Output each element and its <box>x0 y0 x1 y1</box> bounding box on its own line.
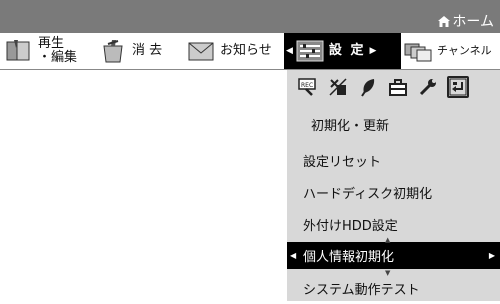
svg-text:REC: REC <box>301 82 313 89</box>
channel-screens-icon <box>404 43 432 62</box>
home-button[interactable]: ホーム <box>438 11 494 31</box>
submenu-item-settings-reset[interactable]: 設定リセット <box>287 144 500 176</box>
top-bar: ホーム <box>0 0 500 33</box>
envelope-icon <box>188 42 214 61</box>
leaf-icon[interactable] <box>357 76 379 98</box>
tv-menu-screen: ホーム 再生 ・編集 消 去 お知らせ ◀ 設 定 ▶ チャンネル REC 初期… <box>0 0 500 301</box>
submenu-item-external-hdd[interactable]: 外付けHDD設定 <box>287 208 500 240</box>
rec-icon[interactable]: REC <box>297 76 319 98</box>
trash-icon <box>103 40 123 63</box>
submenu-item-personal-info-init[interactable]: ▲ ◀ 個人情報初期化 ▶ ▼ <box>287 236 500 277</box>
left-arrow-icon: ◀ <box>290 251 297 260</box>
submenu-items: 設定リセット ハードディスク初期化 外付けHDD設定 ▲ ◀ 個人情報初期化 ▶… <box>287 144 500 304</box>
menu-item-settings[interactable]: ◀ 設 定 ▶ <box>284 33 401 69</box>
menu-edit-label-1: 再生 <box>38 36 65 51</box>
menu-item-delete[interactable]: 消 去 <box>98 33 162 69</box>
menu-delete-label: 消 去 <box>132 43 163 58</box>
book-edit-icon <box>6 40 30 61</box>
menu-item-notifications[interactable]: お知らせ <box>186 33 272 69</box>
menu-item-channel[interactable]: チャンネル <box>403 33 492 69</box>
submenu-item-label: システム動作テスト <box>303 282 420 298</box>
content-area <box>0 70 287 301</box>
menu-settings-label: 設 定 <box>328 43 366 58</box>
submenu-item-system-test[interactable]: システム動作テスト <box>287 272 500 304</box>
submenu-item-label: ハードディスク初期化 <box>303 186 433 202</box>
menu-info-label: お知らせ <box>220 43 272 58</box>
home-label: ホーム <box>452 14 494 30</box>
scroll-up-icon: ▲ <box>385 236 391 244</box>
right-arrow-icon: ▶ <box>369 46 377 56</box>
left-arrow-icon: ◀ <box>286 46 293 56</box>
submenu-icon-row: REC <box>297 76 469 98</box>
submenu-item-label: 設定リセット <box>303 154 382 170</box>
settings-submenu-panel: REC 初期化・更新 設定リセット ハードディスク初期化 外付けHDD設定 ▲ … <box>287 70 500 301</box>
antenna-icon[interactable] <box>327 76 349 98</box>
settings-panel-icon <box>296 40 324 62</box>
home-icon <box>438 15 451 27</box>
return-icon[interactable] <box>447 76 469 98</box>
toolbox-icon[interactable] <box>387 76 409 98</box>
menu-channel-label: チャンネル <box>437 44 492 57</box>
section-title: 初期化・更新 <box>311 119 390 134</box>
main-menu-bar: 再生 ・編集 消 去 お知らせ ◀ 設 定 ▶ チャンネル <box>0 33 500 70</box>
menu-item-playback-edit[interactable]: 再生 ・編集 <box>4 33 77 69</box>
right-arrow-icon: ▶ <box>488 251 495 260</box>
submenu-item-label: 個人情報初期化 <box>303 250 395 265</box>
submenu-item-label: 外付けHDD設定 <box>303 218 398 234</box>
wrench-icon[interactable] <box>417 76 439 98</box>
menu-edit-label-2: ・編集 <box>38 50 78 65</box>
submenu-item-hdd-init[interactable]: ハードディスク初期化 <box>287 176 500 208</box>
